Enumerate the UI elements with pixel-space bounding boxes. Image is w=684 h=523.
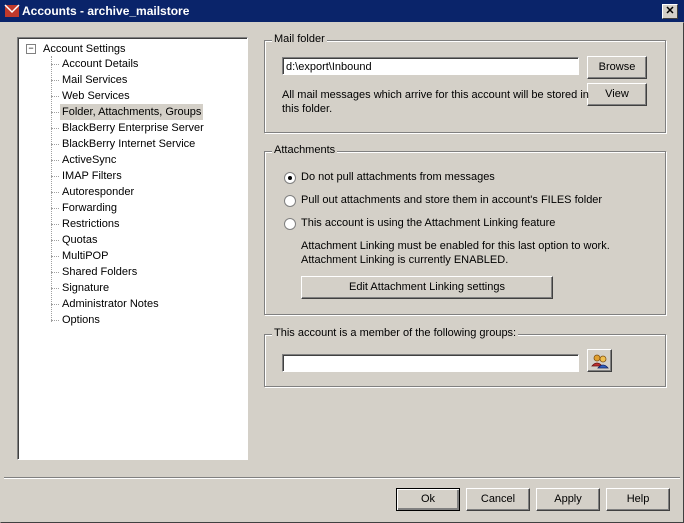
tree-item-activesync[interactable]: ActiveSync [60,152,118,168]
radio-linking[interactable] [284,218,296,230]
select-groups-button[interactable] [587,349,612,372]
tree-item-signature[interactable]: Signature [60,280,111,296]
tree-branch-line [51,208,59,209]
mail-folder-group: Mail folder d:\export\Inbound Browse Vie… [264,33,666,133]
tree-branch-line [51,304,59,305]
settings-tree[interactable]: − Account Settings Account Details Mail S… [17,37,248,460]
view-button[interactable]: View [587,83,647,106]
attachments-group: Attachments Do not pull attachments from… [264,144,666,315]
tree-item-multipop[interactable]: MultiPOP [60,248,110,264]
tree-branch-line [51,96,59,97]
tree-root-label[interactable]: Account Settings [43,41,126,57]
attachments-group-label: Attachments [272,144,338,156]
collapse-icon[interactable]: − [26,44,36,54]
groups-group: This account is a member of the followin… [264,327,666,387]
tree-item-autoresponder[interactable]: Autoresponder [60,184,136,200]
tree-branch-line [51,320,59,321]
linking-note-line2: Attachment Linking is currently ENABLED. [301,254,509,266]
footer-separator [4,477,680,479]
app-icon [4,4,20,17]
help-button[interactable]: Help [606,488,670,511]
tree-item-shared-folders[interactable]: Shared Folders [60,264,139,280]
radio-no-pull[interactable] [284,172,296,184]
tree-branch-line [51,64,59,65]
close-icon[interactable]: ✕ [662,4,678,19]
groups-input[interactable] [282,354,579,372]
tree-item-quotas[interactable]: Quotas [60,232,99,248]
tree-branch-line [51,176,59,177]
tree-branch-line [51,192,59,193]
tree-branch-line [51,256,59,257]
tree-branch-line [51,112,59,113]
apply-button[interactable]: Apply [536,488,600,511]
tree-item-forwarding[interactable]: Forwarding [60,200,119,216]
tree-item-mail-services[interactable]: Mail Services [60,72,129,88]
ok-button[interactable]: Ok [396,488,460,511]
tree-item-web-services[interactable]: Web Services [60,88,132,104]
groups-group-label: This account is a member of the followin… [272,327,519,339]
users-group-icon [591,354,609,369]
tree-item-blackberry-internet-service[interactable]: BlackBerry Internet Service [60,136,197,152]
tree-branch-line [51,224,59,225]
tree-branch-line [51,288,59,289]
tree-item-imap-filters[interactable]: IMAP Filters [60,168,124,184]
tree-branch-line [51,272,59,273]
tree-branch-line [51,80,59,81]
mail-folder-path-input[interactable]: d:\export\Inbound [282,57,579,75]
browse-button[interactable]: Browse [587,56,647,79]
radio-no-pull-label[interactable]: Do not pull attachments from messages [301,171,495,183]
tree-item-folder-attachments-groups[interactable]: Folder, Attachments, Groups [60,104,204,120]
cancel-button[interactable]: Cancel [466,488,530,511]
tree-item-blackberry-enterprise-server[interactable]: BlackBerry Enterprise Server [60,120,206,136]
radio-linking-label[interactable]: This account is using the Attachment Lin… [301,217,555,229]
edit-attachment-linking-button[interactable]: Edit Attachment Linking settings [301,276,553,299]
tree-branch-line [51,128,59,129]
tree-item-restrictions[interactable]: Restrictions [60,216,121,232]
radio-pull-out-label[interactable]: Pull out attachments and store them in a… [301,194,602,206]
title-bar: Accounts - archive_mailstore ✕ [0,0,684,22]
tree-branch-line [51,240,59,241]
tree-item-account-details[interactable]: Account Details [60,56,140,72]
tree-branch-line [51,160,59,161]
tree-item-administrator-notes[interactable]: Administrator Notes [60,296,161,312]
radio-pull-out[interactable] [284,195,296,207]
mail-folder-group-label: Mail folder [272,33,327,45]
linking-note-line1: Attachment Linking must be enabled for t… [301,240,610,252]
tree-branch-line [51,144,59,145]
mail-folder-note-line2: this folder. [282,103,333,115]
tree-item-options[interactable]: Options [60,312,102,328]
window-title: Accounts - archive_mailstore [22,4,190,18]
mail-folder-note-line1: All mail messages which arrive for this … [282,89,589,101]
